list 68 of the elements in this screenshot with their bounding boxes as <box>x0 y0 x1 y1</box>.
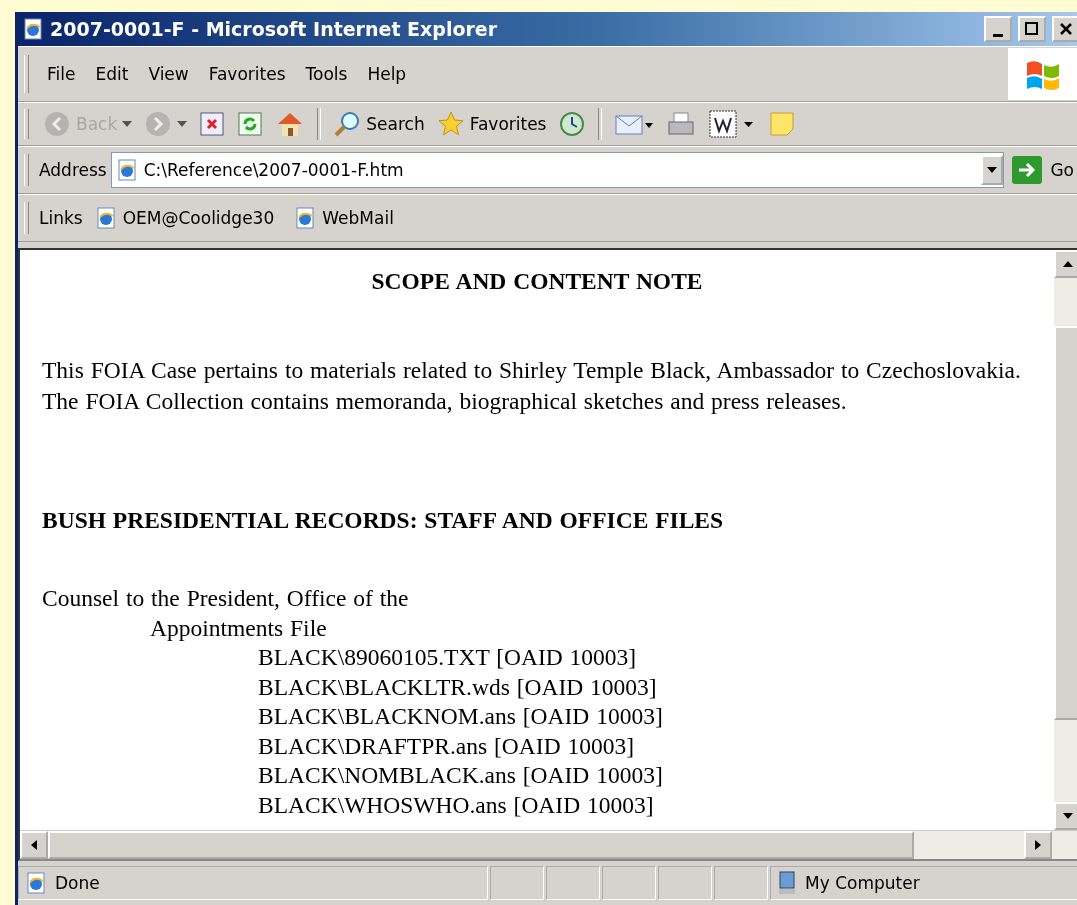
status-pane <box>490 866 544 900</box>
address-field[interactable]: C:\Reference\2007-0001-F.htm <box>110 152 1005 188</box>
maximize-button[interactable] <box>1018 16 1046 42</box>
outline-entry: BLACK\BLACKLTR.wds [OAID 10003] <box>257 672 658 702</box>
outline-entry: BLACK\WHOSWHO.ans [OAID 10003] <box>257 790 655 820</box>
menu-item[interactable]: View <box>140 62 197 86</box>
menu-item[interactable]: File <box>39 62 84 86</box>
ie-page-icon <box>115 159 138 181</box>
outline-entry: Appointments File <box>149 613 328 643</box>
search-button[interactable]: Search <box>329 108 429 140</box>
scroll-down-button[interactable] <box>1054 802 1077 830</box>
ie-page-icon <box>294 207 317 229</box>
star-icon <box>436 110 465 138</box>
status-text: Done <box>55 873 100 893</box>
section-heading: BUSH PRESIDENTIAL RECORDS: STAFF AND OFFICE FILES <box>42 507 725 534</box>
down-arrow-icon <box>1063 813 1073 819</box>
computer-icon <box>777 871 797 895</box>
links-label: Links <box>39 208 83 228</box>
ie-page-icon <box>94 207 117 229</box>
left-arrow-icon <box>31 840 37 850</box>
sticky-note-icon <box>768 110 797 138</box>
close-button[interactable] <box>1052 16 1077 42</box>
go-button[interactable]: Go <box>1008 156 1077 184</box>
scroll-thumb[interactable] <box>1054 326 1077 720</box>
scroll-up-button[interactable] <box>1054 250 1077 278</box>
address-dropdown-button[interactable] <box>981 155 1004 185</box>
printer-icon <box>666 110 697 138</box>
link-button[interactable]: WebMail <box>286 207 402 229</box>
app-icon <box>22 18 44 40</box>
outline-entry: Counsel to the President, Office of the <box>42 584 410 613</box>
menu-item[interactable]: Tools <box>297 62 356 86</box>
menu-item[interactable]: Favorites <box>200 62 294 86</box>
right-arrow-icon <box>1035 840 1041 850</box>
maximize-icon <box>1025 22 1039 36</box>
stop-icon <box>199 111 226 137</box>
vertical-scrollbar[interactable] <box>1054 250 1077 830</box>
outline-entry: BLACK\89060105.TXT [OAID 10003] <box>257 643 638 672</box>
dropdown-caret-icon <box>122 121 133 127</box>
horizontal-scroll-thumb[interactable] <box>48 831 914 859</box>
paragraph: This FOIA Case pertains to materials related to Shirley Temple Black, Ambassador to Czechoslovakia. The FOIA Collection contains memoranda, biographical sketches and press releases. <box>42 356 1022 416</box>
minimize-icon <box>993 33 1003 37</box>
horizontal-scrollbar[interactable] <box>20 830 1077 859</box>
menu-item[interactable]: Edit <box>87 62 137 86</box>
close-icon <box>1059 22 1073 36</box>
outline-entry: BLACK\NOMBLACK.ans [OAID 10003] <box>257 761 664 790</box>
outline-entry: BLACK\DRAFTPR.ans [OAID 10003] <box>257 731 636 761</box>
search-icon <box>333 110 362 138</box>
caret-icon <box>987 167 998 173</box>
link-button[interactable]: OEM@Coolidge30 <box>86 207 283 229</box>
menu-item[interactable]: Help <box>359 62 415 86</box>
address-label: Address <box>39 160 107 180</box>
dropdown-caret-icon <box>177 121 188 127</box>
outline-entry: BLACK\BLACKNOM.ans [OAID 10003] <box>257 702 664 731</box>
refresh-icon <box>237 111 264 137</box>
status-pane <box>546 866 600 900</box>
ie-page-icon <box>25 872 47 894</box>
window-title: 2007-0001-F - Microsoft Internet Explorer <box>50 18 499 40</box>
status-pane <box>658 866 712 900</box>
up-arrow-icon <box>1063 261 1073 267</box>
zone-text: My Computer <box>805 873 920 893</box>
favorites-button[interactable]: Favorites <box>432 108 551 140</box>
status-pane <box>602 866 656 900</box>
document-title: SCOPE AND CONTENT NOTE <box>370 268 704 295</box>
scroll-right-button[interactable] <box>1024 831 1052 859</box>
status-pane <box>714 866 768 900</box>
clock-icon <box>558 110 587 138</box>
minimize-button[interactable] <box>984 16 1012 42</box>
scroll-left-button[interactable] <box>20 831 48 859</box>
